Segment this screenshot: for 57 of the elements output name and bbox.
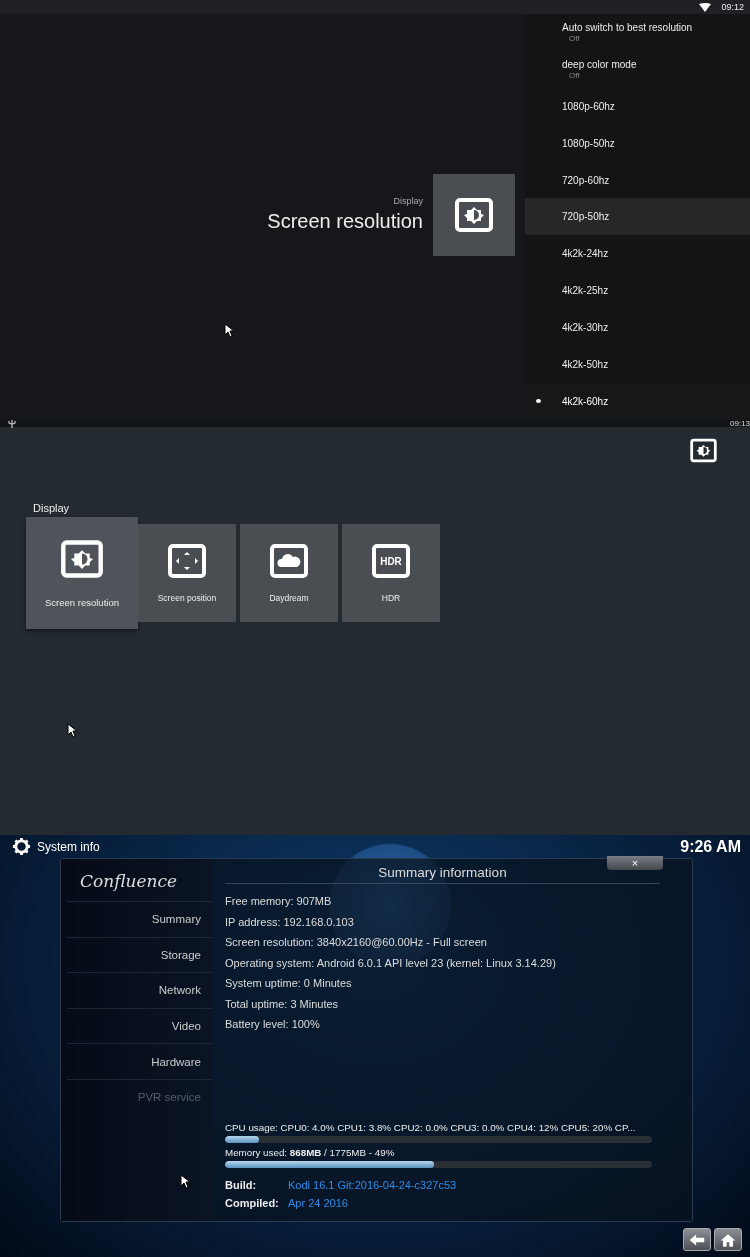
info-line: IP address: 192.168.0.103 [225,914,355,929]
breadcrumb: Display [393,196,423,206]
logo: Confluence [79,871,179,893]
close-button[interactable]: × [607,856,663,870]
resolution-option[interactable]: 4k2k-60hz [525,382,750,420]
wifi-icon [699,2,712,12]
sidebar-item[interactable]: Network [67,972,212,1008]
section-heading: Display [33,502,70,514]
info-line: Total uptime: 3 Minutes [225,996,340,1011]
resolution-option[interactable]: 720p-60hz [525,161,750,199]
resolution-option[interactable]: 4k2k-25hz [525,272,750,310]
settings-tile[interactable]: Screen resolution [26,517,138,629]
arrows-icon [167,543,207,579]
sidebar-item[interactable]: Storage [67,936,212,973]
screen-title: System info [37,839,100,854]
settings-tile[interactable]: HDR HDR [342,524,440,622]
resolution-option[interactable]: 1080p-60hz [525,87,750,125]
resolution-option[interactable]: Auto switch to best resolution Off [525,14,750,51]
mouse-pointer-icon [224,323,235,338]
resolution-option[interactable]: 720p-50hz [525,198,750,236]
cloud-icon [269,543,309,579]
settings-icon [12,837,31,856]
resolution-option[interactable]: 4k2k-24hz [525,235,750,273]
status-time: 09:13 [729,420,750,428]
sidebar-item[interactable]: Summary [67,901,212,937]
field-value: Apr 24 2016 [288,1196,349,1211]
info-line: Operating system: Android 6.0.1 API level 23 (kernel: Linux 3.14.29) [225,955,557,970]
sidebar-item[interactable]: Hardware [67,1043,212,1079]
sidebar-item[interactable]: Video [67,1007,212,1044]
resolution-option[interactable]: 4k2k-50hz [525,346,750,383]
clock: 9:26 AM [680,837,741,856]
field-value: Kodi 16.1 Git:2016-04-24-c327c53 [288,1178,458,1193]
settings-tile[interactable]: Screen position [138,524,236,622]
back-button[interactable] [683,1228,711,1251]
cpu-usage-text: CPU usage: CPU0: 4.0% CPU1: 3.8% CPU2: 0.0% CPU3: 0.0% CPU4: 12% CPU5: 20% CP... [225,1122,637,1133]
brightness-icon [689,438,718,463]
home-button[interactable] [714,1228,742,1251]
settings-tile[interactable]: Daydream [240,524,338,622]
field-label: Build: [225,1178,258,1193]
info-line: Screen resolution: 3840x2160@60.00Hz - Full screen [225,935,488,949]
resolution-option[interactable]: deep color mode Off [525,50,750,88]
memory-usage-text: Memory used: 868MB / 1775MB - 49% [225,1147,396,1158]
selected-dot-icon [536,399,541,404]
resolution-option[interactable]: 1080p-50hz [525,124,750,162]
brightness-icon [454,196,494,233]
resolution-option[interactable]: 4k2k-30hz [525,309,750,346]
hdr-icon: HDR [371,543,411,579]
field-label: Compiled: [225,1196,280,1211]
info-line: Free memory: 907MB [225,894,333,908]
brightness-icon [60,538,104,579]
status-time: 09:12 [721,2,744,12]
page-title: Screen resolution [267,210,423,233]
usb-icon [8,420,16,428]
mouse-pointer-icon [180,1174,191,1189]
info-line: Battery level: 100% [225,1017,321,1031]
info-line: System uptime: 0 Minutes [225,976,353,990]
mouse-pointer-icon [67,723,78,738]
